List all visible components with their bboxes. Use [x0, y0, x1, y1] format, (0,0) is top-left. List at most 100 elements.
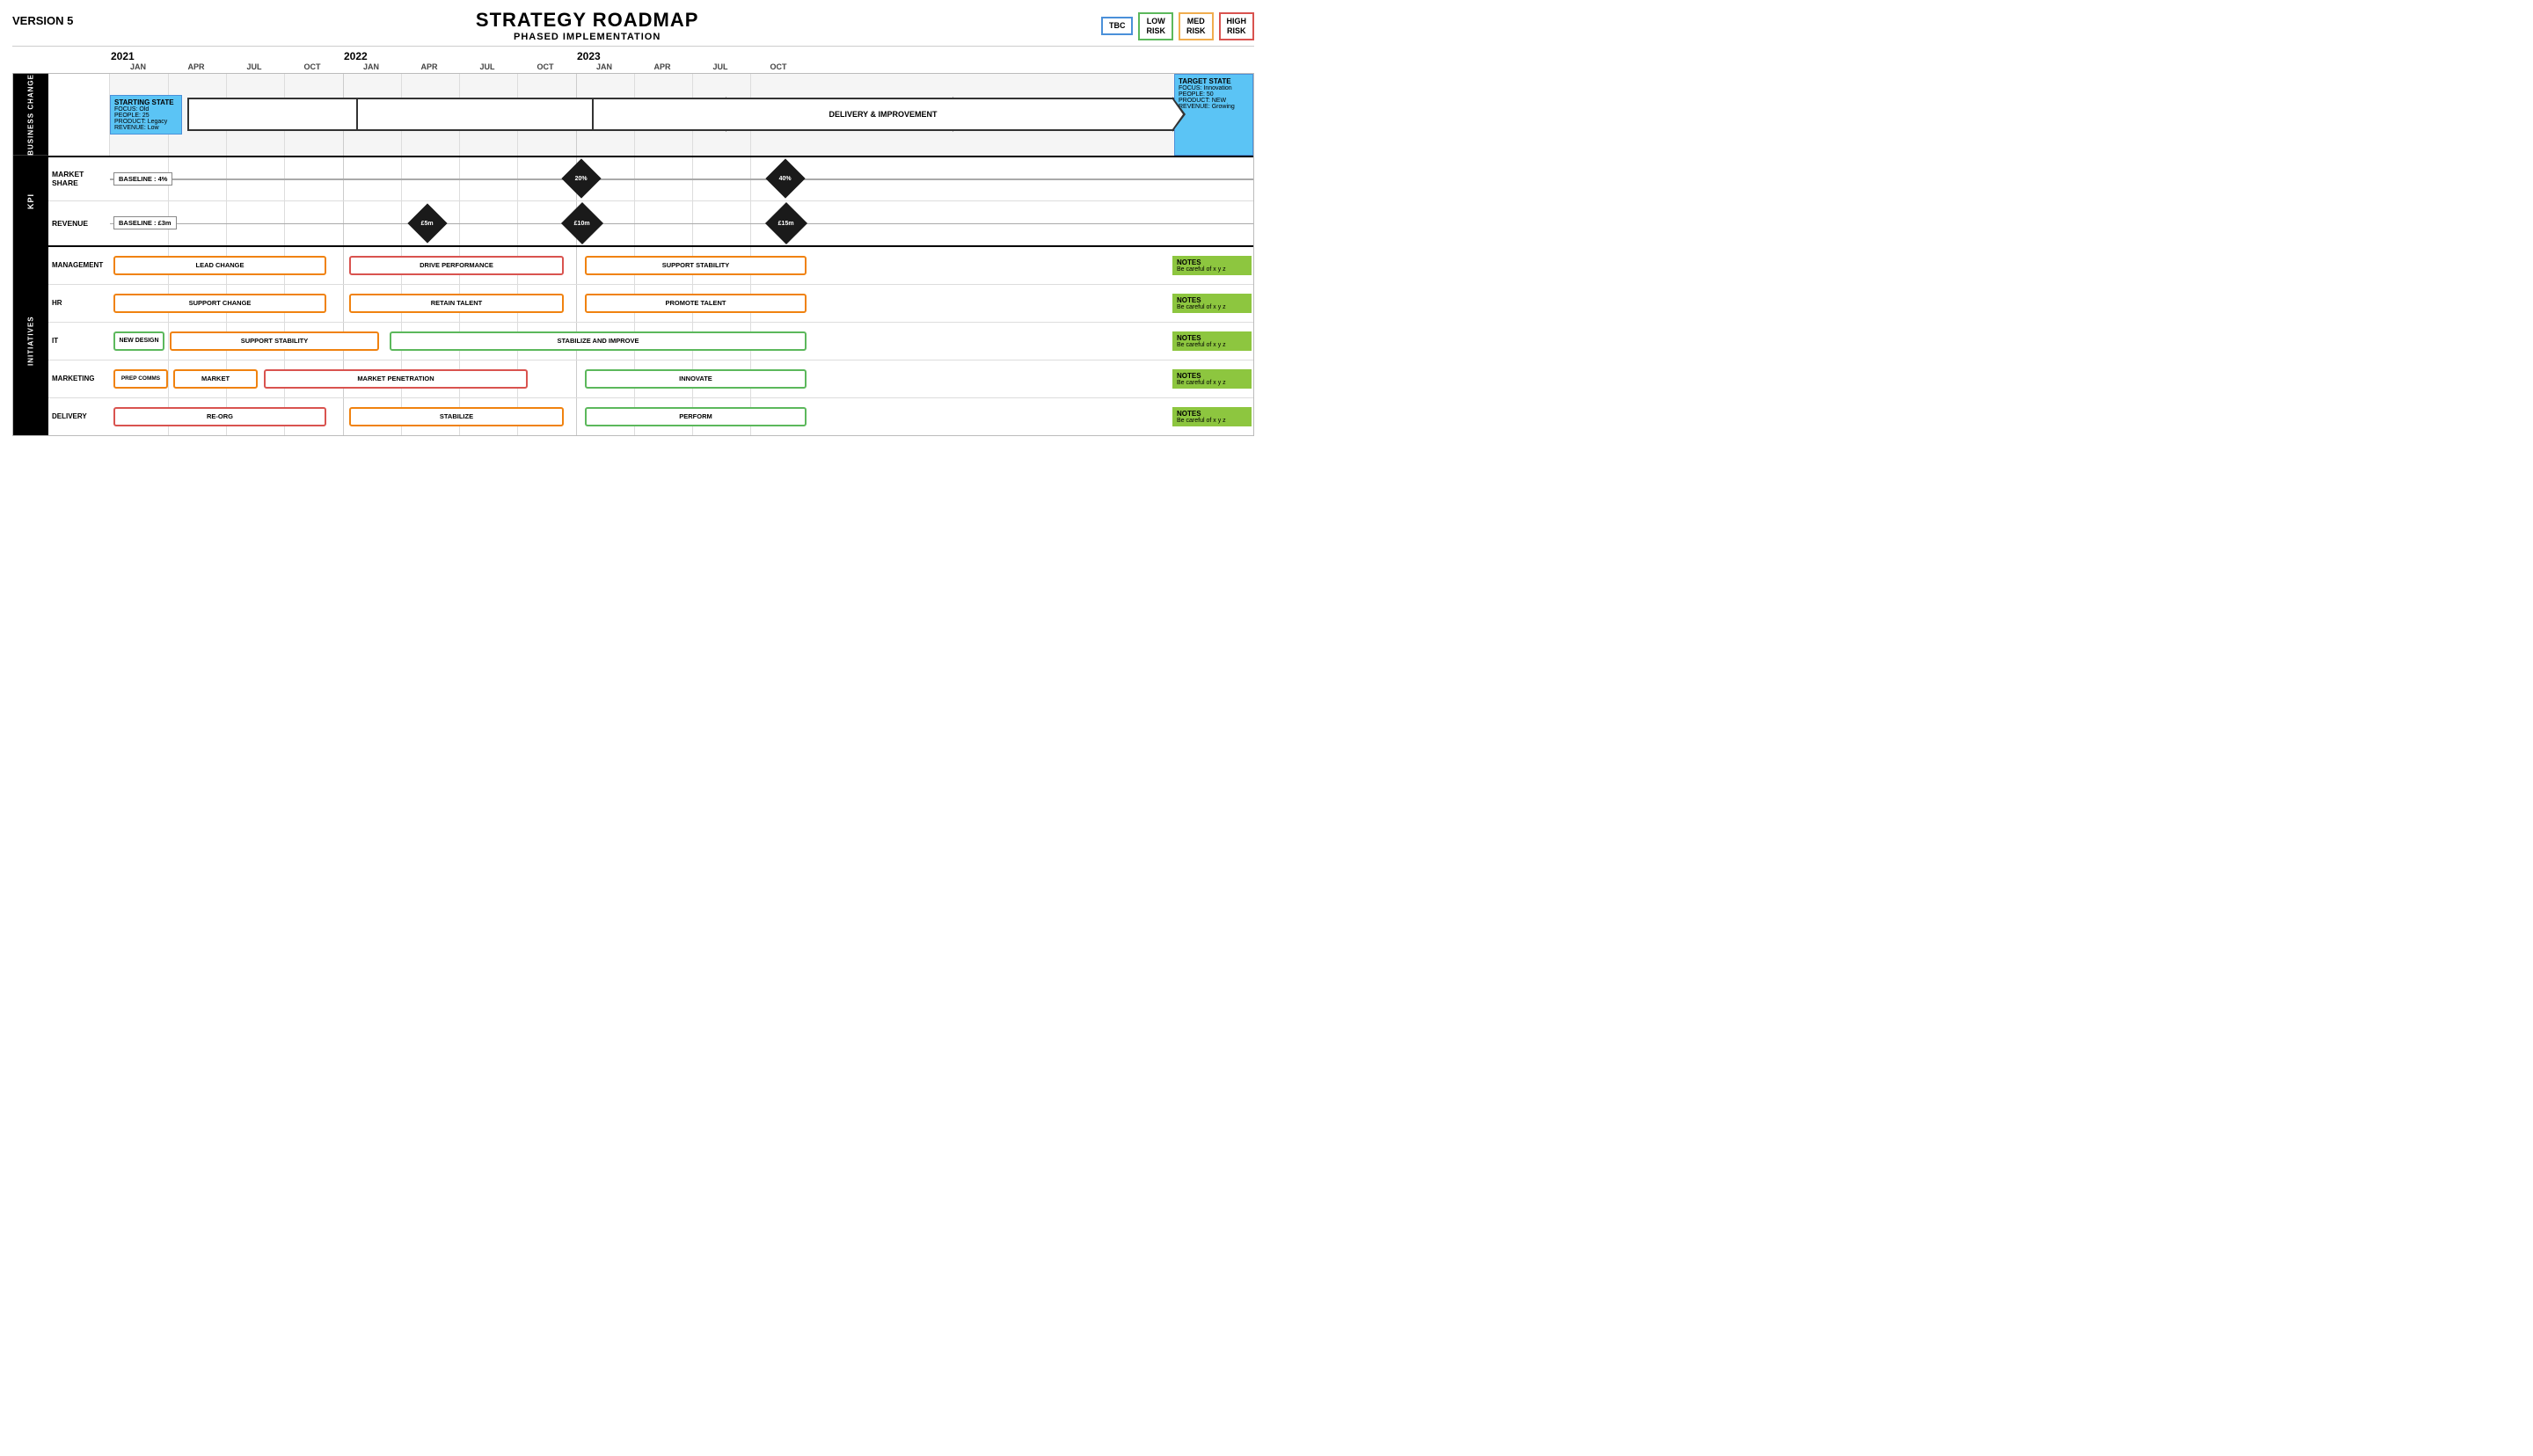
- hr-timeline: SUPPORT CHANGE RETAIN TALENT PROMOTE TAL…: [110, 285, 1171, 322]
- bar-support-stability-it: SUPPORT STABILITY: [170, 331, 379, 351]
- business-change-section: BUSINESS CHANGE STARTING STATE F: [13, 74, 1253, 157]
- legend-med: MEDRISK: [1179, 12, 1214, 40]
- bar-support-change: SUPPORT CHANGE: [113, 294, 326, 313]
- mgmt-notes-text: Be careful of x y z: [1177, 266, 1247, 273]
- kpi-revenue-label: REVENUE: [48, 219, 110, 228]
- bc-empty-label: [48, 74, 110, 156]
- marketing-notes-title: NOTES: [1177, 372, 1247, 380]
- hr-label: HR: [48, 299, 110, 307]
- mgmt-notes: NOTES Be careful of x y z: [1172, 256, 1252, 275]
- kpi-market-share-label: MARKET SHARE: [48, 170, 110, 187]
- month-jan-22: JAN: [342, 62, 400, 71]
- ts-line2: PEOPLE: 50: [1179, 91, 1249, 98]
- delivery-notes-text: Be careful of x y z: [1177, 418, 1247, 424]
- bar-drive-performance: DRIVE PERFORMANCE: [349, 256, 564, 275]
- kpi-revenue-row: REVENUE BASELINE : £3: [48, 201, 1253, 245]
- bc-label: BUSINESS CHANGE: [13, 74, 48, 156]
- ts-line4: REVENUE: Growing: [1179, 104, 1249, 110]
- ms-diamond-20: 20%: [561, 159, 601, 199]
- mgmt-notes-title: NOTES: [1177, 258, 1247, 266]
- year-2023: 2023: [575, 50, 808, 62]
- management-row: MANAGEMENT LEAD CHANG: [48, 247, 1253, 285]
- legend-high: HIGHRISK: [1219, 12, 1255, 40]
- target-state-title: TARGET STATE: [1179, 77, 1249, 85]
- kpi-label: KPI: [13, 157, 48, 245]
- timeline-header: 2021 JAN APR JUL OCT 2022 JAN APR JUL OC…: [109, 50, 1254, 71]
- legend-low: LOWRISK: [1138, 12, 1173, 40]
- title-block: STRATEGY ROADMAP PHASED IMPLEMENTATION: [73, 9, 1101, 42]
- bar-promote-talent: PROMOTE TALENT: [585, 294, 807, 313]
- hr-notes: NOTES Be careful of x y z: [1172, 294, 1252, 313]
- it-label: IT: [48, 337, 110, 345]
- it-notes-title: NOTES: [1177, 334, 1247, 342]
- ss-line1: FOCUS: Old: [114, 106, 178, 113]
- month-apr-23: APR: [633, 62, 691, 71]
- ss-line4: REVENUE: Low: [114, 125, 178, 131]
- kpi-section: KPI MARKET SHARE: [13, 157, 1253, 247]
- initiatives-rows: MANAGEMENT LEAD CHANG: [48, 247, 1253, 435]
- version-label: VERSION 5: [12, 14, 73, 27]
- year-2022: 2022: [342, 50, 575, 62]
- it-row: IT NEW DESIGN: [48, 323, 1253, 360]
- ms-diamond-40-text: 40%: [779, 176, 792, 182]
- it-notes: NOTES Be careful of x y z: [1172, 331, 1252, 351]
- arrow-delivery-label: DELIVERY & IMPROVEMENT: [829, 110, 937, 119]
- it-timeline: NEW DESIGN SUPPORT STABILITY STABILIZE A…: [110, 323, 1171, 360]
- management-label: MANAGEMENT: [48, 261, 110, 269]
- delivery-notes-title: NOTES: [1177, 410, 1247, 418]
- month-jul-23: JUL: [691, 62, 749, 71]
- kpi-ms-timeline: BASELINE : 4% 20% 40%: [110, 157, 1253, 200]
- rev-diamond-15m: £15m: [765, 202, 807, 244]
- bar-market-penetration: MARKET PENETRATION: [264, 369, 528, 389]
- marketing-timeline: PREP COMMS MARKET MARKET PENETRATION INN…: [110, 360, 1171, 397]
- month-jan-23: JAN: [575, 62, 633, 71]
- hr-notes-title: NOTES: [1177, 296, 1247, 304]
- delivery-notes: NOTES Be careful of x y z: [1172, 407, 1252, 426]
- kpi-rows: MARKET SHARE: [48, 157, 1253, 245]
- sub-title: PHASED IMPLEMENTATION: [73, 32, 1101, 42]
- bar-prep-comms: PREP COMMS: [113, 369, 168, 389]
- month-oct-21: OCT: [283, 62, 341, 71]
- starting-state-box: STARTING STATE FOCUS: Old PEOPLE: 25 PRO…: [110, 95, 182, 135]
- bar-lead-change: LEAD CHANGE: [113, 256, 326, 275]
- arrow-delivery: DELIVERY & IMPROVEMENT: [592, 98, 1174, 131]
- target-state-box: TARGET STATE FOCUS: Innovation PEOPLE: 5…: [1174, 74, 1253, 156]
- bar-support-stability-mgmt: SUPPORT STABILITY: [585, 256, 807, 275]
- marketing-label: MARKETING: [48, 375, 110, 382]
- legend-tbc: TBC: [1101, 17, 1134, 35]
- legend: TBC LOWRISK MEDRISK HIGHRISK: [1101, 12, 1254, 40]
- bc-timeline: STARTING STATE FOCUS: Old PEOPLE: 25 PRO…: [110, 74, 1174, 156]
- main-content: BUSINESS CHANGE STARTING STATE F: [12, 73, 1254, 436]
- ss-line2: PEOPLE: 25: [114, 113, 178, 119]
- month-jul-21: JUL: [225, 62, 283, 71]
- marketing-row: MARKETING PREP COMMS: [48, 360, 1253, 398]
- month-apr-22: APR: [400, 62, 458, 71]
- ms-diamond-20-text: 20%: [575, 176, 588, 182]
- month-jan-21: JAN: [109, 62, 167, 71]
- rev-10m-text: £10m: [574, 220, 590, 226]
- rev-15m-text: £15m: [778, 220, 794, 226]
- starting-state-title: STARTING STATE: [114, 98, 178, 106]
- initiatives-section: INITIATIVES MANAGEMENT: [13, 247, 1253, 435]
- bar-new-design: NEW DESIGN: [113, 331, 164, 351]
- rev-diamond-5m: £5m: [407, 203, 447, 243]
- marketing-notes-text: Be careful of x y z: [1177, 380, 1247, 386]
- ts-line3: PRODUCT: NEW: [1179, 98, 1249, 104]
- bar-reorg: RE-ORG: [113, 407, 326, 426]
- page-header: VERSION 5 STRATEGY ROADMAP PHASED IMPLEM…: [12, 9, 1254, 42]
- delivery-label: DELIVERY: [48, 412, 110, 420]
- rev-diamond-10m: £10m: [561, 202, 603, 244]
- delivery-row: DELIVERY RE-ORG: [48, 398, 1253, 435]
- kpi-market-share-row: MARKET SHARE: [48, 157, 1253, 201]
- ss-line3: PRODUCT: Legacy: [114, 119, 178, 125]
- it-notes-text: Be careful of x y z: [1177, 342, 1247, 348]
- bar-stabilize: STABILIZE: [349, 407, 564, 426]
- marketing-notes: NOTES Be careful of x y z: [1172, 369, 1252, 389]
- delivery-timeline: RE-ORG STABILIZE PERFORM: [110, 398, 1171, 435]
- kpi-rev-timeline: BASELINE : £3m £5m £10m £15m: [110, 201, 1253, 245]
- hr-notes-text: Be careful of x y z: [1177, 304, 1247, 310]
- month-oct-22: OCT: [516, 62, 574, 71]
- month-oct-23: OCT: [749, 62, 807, 71]
- bar-stabilize-improve: STABILIZE AND IMPROVE: [390, 331, 807, 351]
- rev-5m-text: £5m: [421, 220, 434, 226]
